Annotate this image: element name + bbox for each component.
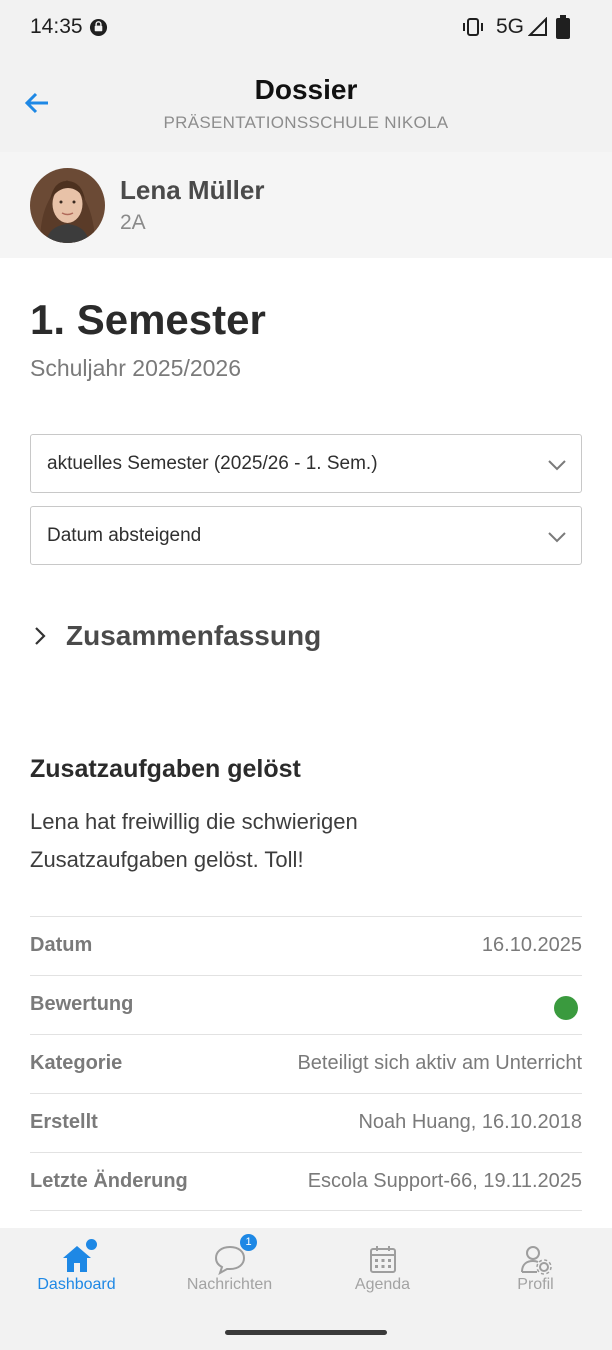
semester-title: 1. Semester (30, 296, 266, 343)
student-name: Lena Müller (120, 175, 265, 205)
calendar-icon (369, 1246, 396, 1273)
battery-icon (556, 15, 570, 39)
chevron-down-icon (548, 532, 566, 543)
summary-label: Zusammenfassung (66, 620, 322, 651)
notification-icon (89, 18, 108, 37)
detail-value: 16.10.2025 (481, 934, 582, 956)
sort-select-value: Datum absteigend (47, 525, 202, 546)
semester-select[interactable]: aktuelles Semester (2025/26 - 1. Sem.) (30, 434, 582, 493)
detail-key: Letzte Änderung (30, 1170, 188, 1192)
tab-label: Profil (517, 1276, 554, 1293)
detail-row: Datum 16.10.2025 (30, 916, 582, 975)
tab-agenda[interactable]: Agenda (306, 1228, 459, 1318)
notification-dot (86, 1239, 97, 1250)
detail-key: Datum (30, 934, 93, 956)
detail-row: Letzte Änderung Escola Support-66, 19.11… (30, 1152, 582, 1211)
tab-label: Agenda (354, 1276, 411, 1293)
page-title: Dossier (254, 74, 358, 105)
vibrate-icon (463, 18, 483, 36)
home-indicator[interactable] (225, 1330, 387, 1335)
detail-row: Bewertung (30, 975, 582, 1034)
network-type: 5G (496, 15, 525, 38)
detail-value: Noah Huang, 16.10.2018 (358, 1111, 582, 1133)
entry-text: Lena hat freiwillig die schwierigen Zusa… (30, 809, 358, 872)
tab-dashboard[interactable]: Dashboard (0, 1228, 153, 1318)
detail-row: Kategorie Beteiligt sich aktiv am Unterr… (30, 1034, 582, 1093)
entry-details: Datum 16.10.2025 Bewertung Kategorie Bet… (30, 916, 582, 1211)
detail-row: Erstellt Noah Huang, 16.10.2018 (30, 1093, 582, 1152)
student-header: Lena Müller 2A (0, 152, 612, 258)
status-time: 14:35 (30, 15, 83, 38)
detail-value: Beteiligt sich aktiv am Unterricht (297, 1052, 582, 1074)
semester-select-value: aktuelles Semester (2025/26 - 1. Sem.) (47, 453, 378, 474)
summary-toggle[interactable]: Zusammenfassung (30, 612, 430, 660)
signal-icon (528, 17, 547, 36)
detail-key: Erstellt (30, 1111, 98, 1133)
entry-title: Zusatzaufgaben gelöst (30, 755, 301, 783)
tab-label: Dashboard (37, 1276, 116, 1293)
student-class: 2A (120, 211, 146, 234)
tab-label: Nachrichten (186, 1276, 273, 1293)
tab-profile[interactable]: Profil (459, 1228, 612, 1318)
user-settings-icon (520, 1246, 552, 1275)
app-bar: Dossier PRÄSENTATIONSSCHULE NIKOLA (0, 56, 612, 152)
rating-indicator (554, 996, 578, 1020)
tab-messages[interactable]: 1 Nachrichten (153, 1228, 306, 1318)
school-year: Schuljahr 2025/2026 (30, 355, 241, 381)
detail-key: Kategorie (30, 1052, 123, 1074)
chevron-right-icon (35, 627, 46, 645)
message-count-badge: 1 (240, 1234, 257, 1251)
detail-key: Bewertung (30, 993, 134, 1015)
detail-value: Escola Support-66, 19.11.2025 (307, 1170, 582, 1192)
status-bar: 14:35 5G (0, 0, 612, 56)
bottom-nav: Dashboard 1 Nachrichten Agenda Profil (0, 1228, 612, 1350)
avatar (30, 168, 105, 243)
school-name: PRÄSENTATIONSSCHULE NIKOLA (163, 113, 449, 132)
chevron-down-icon (548, 460, 566, 471)
sort-select[interactable]: Datum absteigend (30, 506, 582, 565)
